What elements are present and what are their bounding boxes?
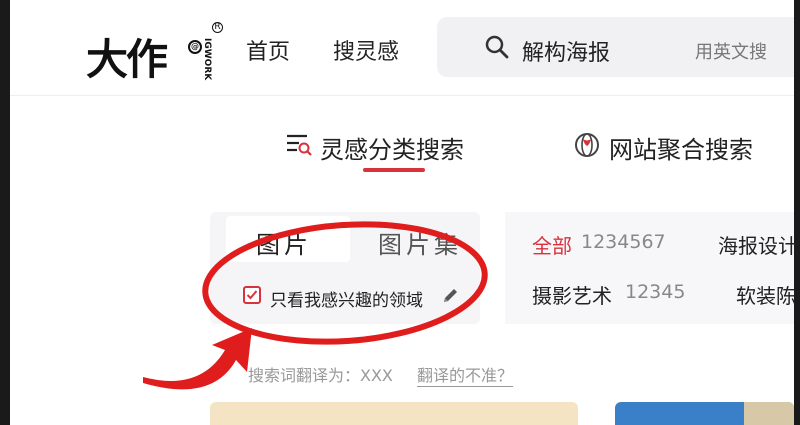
tab-site-aggregate-search[interactable]: 网站聚合搜索 — [609, 130, 753, 165]
segment-images[interactable]: 图片 — [256, 225, 312, 260]
search-query-text[interactable]: 解构海报 — [522, 35, 610, 67]
category-search-icon — [287, 134, 312, 156]
category-soft-decoration[interactable]: 软装陈 — [736, 280, 796, 309]
segment-image-sets[interactable]: 图片集 — [378, 225, 462, 260]
tab-category-search[interactable]: 灵感分类搜索 — [320, 130, 464, 165]
result-image-card[interactable] — [210, 402, 578, 425]
category-poster-design[interactable]: 海报设计 — [718, 230, 798, 259]
search-icon[interactable] — [484, 34, 510, 60]
logo-text: 大作 — [86, 35, 168, 84]
active-tab-underline — [363, 168, 425, 172]
annotation-arrow — [143, 328, 252, 390]
translation-feedback-link[interactable]: 翻译的不准？ — [417, 362, 514, 387]
right-frame-border — [794, 0, 800, 425]
category-all[interactable]: 全部 — [532, 230, 572, 259]
nav-inspiration-link[interactable]: 搜灵感 — [333, 34, 399, 66]
header-divider — [10, 95, 794, 96]
card-image-detail — [744, 402, 794, 425]
search-english-hint[interactable]: 用英文搜 — [695, 38, 767, 64]
registered-mark: R — [212, 22, 223, 33]
checkmark-icon — [246, 290, 258, 300]
translation-hint: 搜索词翻译为：XXX — [248, 366, 393, 385]
result-image-card[interactable] — [615, 402, 794, 425]
left-frame-border — [0, 0, 10, 425]
globe-icon — [575, 133, 599, 157]
category-all-count: 1234567 — [581, 231, 666, 253]
logo-vertical-text: IGWORK — [202, 38, 212, 81]
nav-home-link[interactable]: 首页 — [246, 34, 290, 66]
edit-pencil-icon[interactable] — [441, 285, 461, 305]
category-photography-count: 12345 — [625, 281, 686, 303]
logo-badge: @ — [188, 40, 202, 54]
site-logo[interactable]: 大作 @ IGWORK R — [86, 22, 226, 84]
category-photography[interactable]: 摄影艺术 — [532, 280, 612, 309]
interest-checkbox-label[interactable]: 只看我感兴趣的领域 — [270, 286, 423, 311]
interest-checkbox[interactable] — [243, 286, 261, 304]
